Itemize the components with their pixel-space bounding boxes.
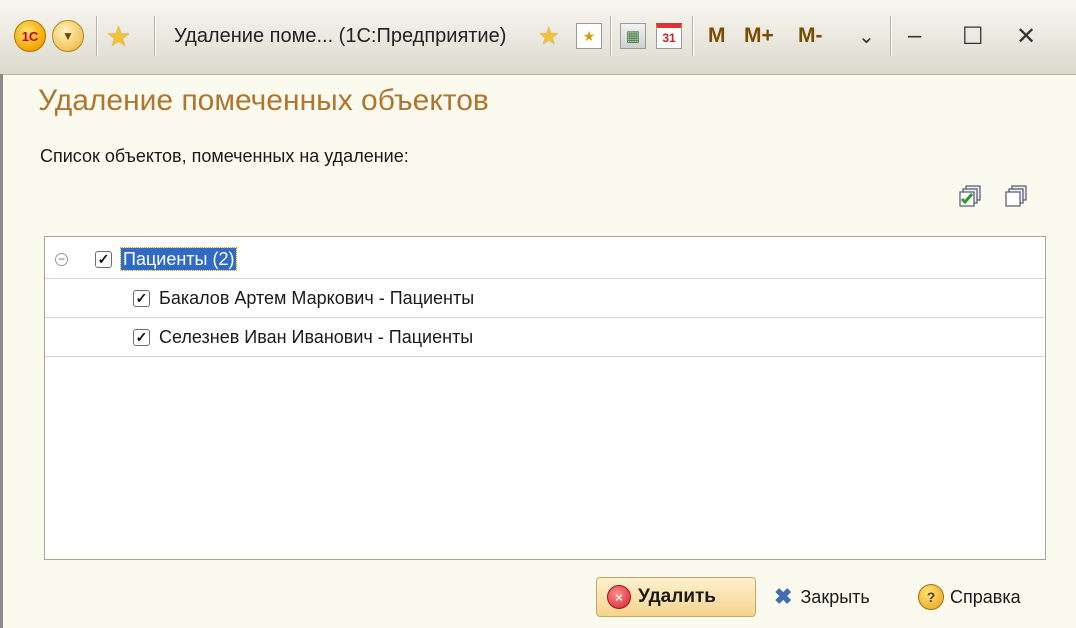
- marked-objects-tree[interactable]: − ✓ Пациенты (2) ✓ Бакалов Артем Маркови…: [44, 236, 1046, 560]
- tree-row[interactable]: ✓ Селезнев Иван Иванович - Пациенты: [45, 318, 1045, 357]
- window-frame: [0, 74, 3, 628]
- favorites-star-icon[interactable]: ★: [106, 16, 131, 56]
- help-button[interactable]: ? Справка: [918, 577, 1021, 617]
- check-all-icon[interactable]: [958, 184, 984, 210]
- 1c-logo-icon[interactable]: 1C: [14, 16, 46, 56]
- window-titlebar: 1C ▼ ★ Удаление поме... (1С:Предприятие)…: [0, 0, 1076, 75]
- close-icon: ✖: [774, 584, 793, 609]
- minimize-button[interactable]: –: [908, 16, 921, 56]
- memory-plus-button[interactable]: M+: [744, 16, 774, 56]
- tree-row[interactable]: ✓ Бакалов Артем Маркович - Пациенты: [45, 279, 1045, 318]
- uncheck-all-icon[interactable]: [1004, 184, 1030, 210]
- add-favorite-icon[interactable]: ★: [538, 16, 560, 56]
- window-title: Удаление поме... (1С:Предприятие): [174, 24, 507, 47]
- collapse-icon[interactable]: −: [55, 252, 68, 266]
- toolbar-overflow-button[interactable]: ⌄: [858, 16, 875, 56]
- delete-button[interactable]: × Удалить: [596, 577, 756, 617]
- calculator-icon[interactable]: ▦: [620, 16, 646, 56]
- row-label: Селезнев Иван Иванович - Пациенты: [159, 326, 474, 347]
- maximize-button[interactable]: ☐: [962, 16, 984, 56]
- calendar-icon[interactable]: 31: [656, 16, 682, 56]
- row-label: Бакалов Артем Маркович - Пациенты: [159, 287, 475, 308]
- bookmark-icon[interactable]: ★: [576, 16, 602, 56]
- row-checkbox[interactable]: ✓: [133, 328, 150, 346]
- row-checkbox[interactable]: ✓: [133, 289, 150, 307]
- list-label: Список объектов, помеченных на удаление:: [40, 146, 409, 166]
- delete-icon: ×: [607, 585, 631, 609]
- tree-group-row[interactable]: − ✓ Пациенты (2): [45, 240, 1045, 279]
- form-heading: Удаление помеченных объектов: [38, 84, 489, 117]
- close-button[interactable]: ✖ Закрыть: [774, 577, 870, 617]
- memory-m-button[interactable]: M: [708, 16, 726, 56]
- memory-minus-button[interactable]: M-: [798, 16, 823, 56]
- group-label: Пациенты (2): [119, 246, 238, 271]
- close-window-button[interactable]: ✕: [1016, 16, 1036, 56]
- help-icon: ?: [918, 584, 944, 610]
- chevron-down-icon: ▼: [52, 20, 84, 52]
- group-checkbox[interactable]: ✓: [95, 250, 112, 268]
- main-menu-button[interactable]: ▼: [52, 16, 84, 56]
